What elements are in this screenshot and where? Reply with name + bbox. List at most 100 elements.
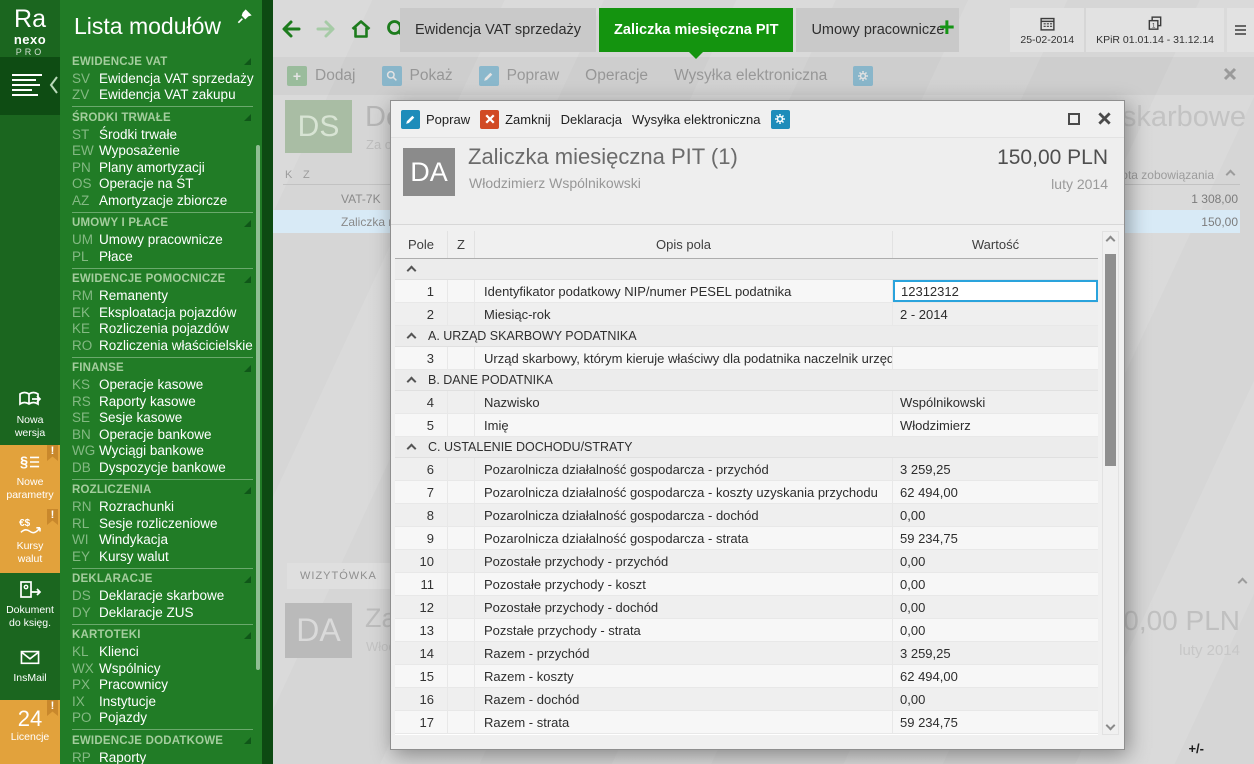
home-icon[interactable]: [349, 17, 373, 41]
sidebar-item-se[interactable]: SESesje kasowe: [72, 410, 256, 427]
sidebar-item-sv[interactable]: SVEwidencja VAT sprzedaży: [72, 70, 256, 87]
date-button[interactable]: 25-02-2014: [1010, 8, 1084, 52]
item-button[interactable]: [853, 66, 873, 86]
sidebar-item-rp[interactable]: RPRaporty: [72, 749, 256, 764]
zamknij-button[interactable]: Zamknij: [480, 110, 551, 129]
sidebar-item-db[interactable]: DBDyspozycje bankowe: [72, 459, 256, 476]
rail-item-nowe-parametry[interactable]: !§Noweparametry: [0, 445, 60, 509]
sidebar-item-st[interactable]: STŚrodki trwałe: [72, 126, 256, 143]
field-row-1[interactable]: 1Identyfikator podatkowy NIP/numer PESEL…: [395, 280, 1098, 303]
sidebar-item-pl[interactable]: PLPłace: [72, 248, 256, 265]
popraw-button[interactable]: Popraw: [479, 66, 560, 86]
sidebar-item-az[interactable]: AZAmortyzacje zbiorcze: [72, 192, 256, 209]
rail-item-dokument-do-ksieg[interactable]: Dokumentdo księg.: [0, 573, 60, 641]
sidebar-item-wx[interactable]: WXWspólnicy: [72, 660, 256, 677]
group-row-c-ustalenie-dochodu-straty[interactable]: C. USTALENIE DOCHODU/STRATY: [395, 437, 1098, 458]
sidebar-item-rs[interactable]: RSRaporty kasowe: [72, 393, 256, 410]
sidebar-item-wi[interactable]: WIWindykacja: [72, 532, 256, 549]
dodaj-button[interactable]: +Dodaj: [287, 66, 356, 86]
section-header-finanse[interactable]: FINANSE: [72, 360, 256, 377]
section-header-ewidencje-dodatkowe[interactable]: EWIDENCJE DODATKOWE: [72, 732, 256, 749]
field-row-5[interactable]: 5ImięWłodzimierz: [395, 414, 1098, 437]
sidebar-item-ey[interactable]: EYKursy walut: [72, 548, 256, 565]
add-tab-button[interactable]: +: [939, 13, 955, 41]
sidebar-item-ew[interactable]: EWWyposażenie: [72, 143, 256, 160]
group-row-top[interactable]: [395, 259, 1098, 280]
value-input[interactable]: 12312312: [893, 280, 1098, 302]
tab-ewidencja-vat-sprzeda-y[interactable]: Ewidencja VAT sprzedaży: [400, 8, 596, 52]
field-row-6[interactable]: 6Pozarolnicza działalność gospodarcza - …: [395, 458, 1098, 481]
sidebar-item-zv[interactable]: ZVEwidencja VAT zakupu: [72, 87, 256, 104]
section-header-umowy-i-p-ace[interactable]: UMOWY I PŁACE: [72, 215, 256, 232]
deklaracja-button[interactable]: Deklaracja: [561, 112, 622, 127]
field-row-14[interactable]: 14Razem - przychód3 259,25: [395, 642, 1098, 665]
rail-item-nowa-wersja[interactable]: Nowawersja: [0, 383, 60, 445]
field-row-8[interactable]: 8Pozarolnicza działalność gospodarcza - …: [395, 504, 1098, 527]
scrollbar-thumb[interactable]: [1105, 254, 1116, 466]
sidebar-item-kl[interactable]: KLKlienci: [72, 644, 256, 661]
group-row-a-urz-d-skarbowy-podatnika[interactable]: A. URZĄD SKARBOWY PODATNIKA: [395, 326, 1098, 347]
sidebar-item-bn[interactable]: BNOperacje bankowe: [72, 426, 256, 443]
operacje-button[interactable]: Operacje: [585, 67, 648, 85]
section-header-ewidencje-pomocnicze[interactable]: EWIDENCJE POMOCNICZE: [72, 271, 256, 288]
collapse-panel-icon[interactable]: [1238, 578, 1248, 588]
sidebar-item-px[interactable]: PXPracownicy: [72, 677, 256, 694]
pin-icon[interactable]: [237, 8, 253, 24]
field-row-7[interactable]: 7Pozarolnicza działalność gospodarcza - …: [395, 481, 1098, 504]
rail-item-licencje[interactable]: !24Licencje: [0, 700, 60, 764]
section-header-ewidencje-vat[interactable]: EWIDENCJE VAT: [72, 53, 256, 70]
sidebar-item-ds[interactable]: DSDeklaracje skarbowe: [72, 588, 256, 605]
tab-zaliczka-miesi-czna-pit[interactable]: Zaliczka miesięczna PIT: [599, 8, 793, 52]
sidebar-item-ke[interactable]: KERozliczenia pojazdów: [72, 321, 256, 338]
dialog-scrollbar[interactable]: [1102, 231, 1119, 735]
sidebar-item-um[interactable]: UMUmowy pracownicze: [72, 232, 256, 249]
sidebar-item-wg[interactable]: WGWyciągi bankowe: [72, 443, 256, 460]
period-button[interactable]: 1 KPiR 01.01.14 - 31.12.14: [1086, 8, 1224, 52]
field-row-16[interactable]: 16Razem - dochód0,00: [395, 688, 1098, 711]
field-row-9[interactable]: 9Pozarolnicza działalność gospodarcza - …: [395, 527, 1098, 550]
field-row-2[interactable]: 2Miesiąc-rok2 - 2014: [395, 303, 1098, 326]
back-arrow-icon[interactable]: [279, 17, 303, 41]
section-header-rozliczenia[interactable]: ROZLICZENIA: [72, 482, 256, 499]
field-row-11[interactable]: 11Pozostałe przychody - koszt0,00: [395, 573, 1098, 596]
popraw-button[interactable]: Popraw: [401, 110, 470, 129]
sidebar-item-pn[interactable]: PNPlany amortyzacji: [72, 159, 256, 176]
module-menu-button[interactable]: [0, 57, 60, 115]
sidebar-item-ks[interactable]: KSOperacje kasowe: [72, 377, 256, 394]
group-row-b-dane-podatnika[interactable]: B. DANE PODATNIKA: [395, 370, 1098, 391]
field-row-15[interactable]: 15Razem - koszty62 494,00: [395, 665, 1098, 688]
close-view-icon[interactable]: [1222, 66, 1238, 82]
field-row-13[interactable]: 13Pozstałe przychody - strata0,00: [395, 619, 1098, 642]
wysy-ka-elektroniczna-button[interactable]: Wysyłka elektroniczna: [632, 112, 760, 127]
item-button[interactable]: [771, 110, 790, 129]
close-dialog-icon[interactable]: [1097, 111, 1112, 126]
tab-umowy-pracownicze[interactable]: Umowy pracownicze: [796, 8, 959, 52]
rail-item-insmail[interactable]: InsMail: [0, 641, 60, 700]
poka-button[interactable]: Pokaż: [382, 66, 453, 86]
field-row-3[interactable]: 3Urząd skarbowy, którym kieruje właściwy…: [395, 347, 1098, 370]
sidebar-item-po[interactable]: POPojazdy: [72, 710, 256, 727]
sidebar-item-rn[interactable]: RNRozrachunki: [72, 499, 256, 516]
sidebar-item-rl[interactable]: RLSesje rozliczeniowe: [72, 515, 256, 532]
window-menu-button[interactable]: [1227, 8, 1254, 52]
field-row-17[interactable]: 17Razem - strata59 234,75: [395, 711, 1098, 734]
sort-chevron-icon[interactable]: [1226, 170, 1236, 180]
sidebar-scrollbar[interactable]: [256, 145, 260, 670]
maximize-icon[interactable]: [1068, 113, 1080, 125]
section-header-kartoteki[interactable]: KARTOTEKI: [72, 627, 256, 644]
scroll-down-icon[interactable]: [1106, 721, 1116, 731]
field-row-4[interactable]: 4NazwiskoWspólnikowski: [395, 391, 1098, 414]
detail-tab-wizyt-wka[interactable]: WIZYTÓWKA: [287, 563, 390, 589]
sidebar-item-rm[interactable]: RMRemanenty: [72, 288, 256, 305]
field-row-12[interactable]: 12Pozostałe przychody - dochód0,00: [395, 596, 1098, 619]
field-row-10[interactable]: 10Pozostałe przychody - przychód0,00: [395, 550, 1098, 573]
wysy-ka-elektroniczna-button[interactable]: Wysyłka elektroniczna: [674, 67, 827, 85]
sidebar-item-dy[interactable]: DYDeklaracje ZUS: [72, 604, 256, 621]
sidebar-item-os[interactable]: OSOperacje na ŚT: [72, 176, 256, 193]
sidebar-item-ek[interactable]: EKEksploatacja pojazdów: [72, 304, 256, 321]
section-header-rodki-trwa-e[interactable]: ŚRODKI TRWAŁE: [72, 109, 256, 126]
column-z[interactable]: Z: [303, 169, 310, 181]
forward-arrow-icon[interactable]: [314, 17, 338, 41]
column-k[interactable]: K: [285, 169, 292, 181]
rail-item-kursy-walut[interactable]: !€$Kursywalut: [0, 509, 60, 573]
